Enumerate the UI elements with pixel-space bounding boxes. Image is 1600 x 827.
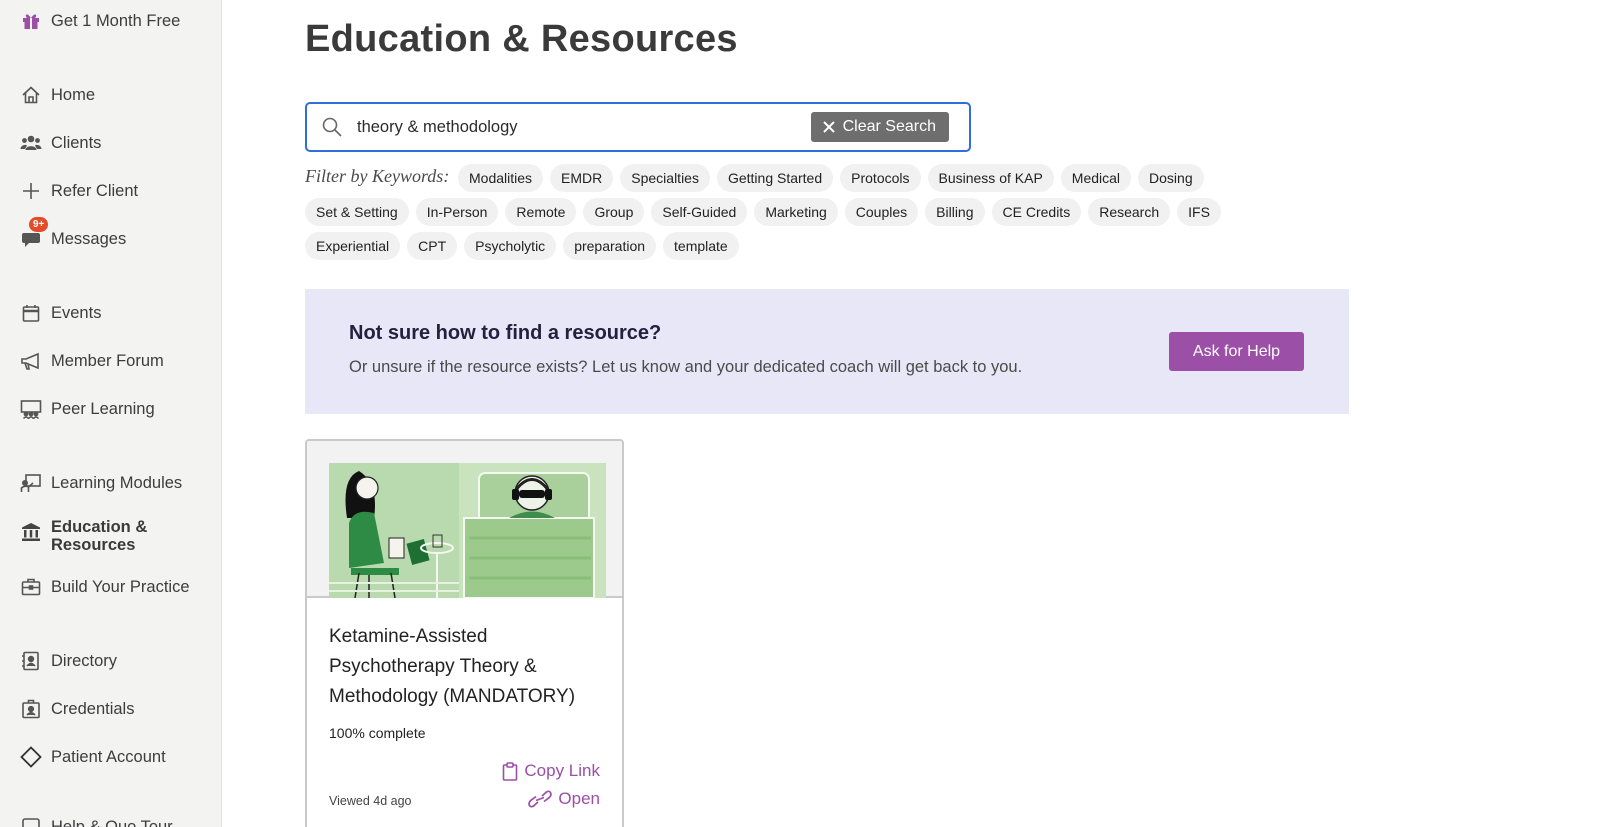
help-icon xyxy=(20,816,42,827)
help-subtitle: Or unsure if the resource exists? Let us… xyxy=(349,358,1023,376)
sidebar-item-learning-modules[interactable]: Learning Modules xyxy=(20,471,182,495)
sidebar-item-label: Learning Modules xyxy=(51,474,183,492)
filter-label: Filter by Keywords: xyxy=(305,166,450,186)
sidebar-item-build-practice[interactable]: Build Your Practice xyxy=(20,575,190,599)
keyword-chip[interactable]: Research xyxy=(1088,198,1171,226)
keyword-chip[interactable]: Business of KAP xyxy=(927,164,1054,192)
sidebar-item-label: Messages xyxy=(51,230,127,248)
messages-badge: 9+ xyxy=(29,217,49,232)
sidebar-item-label: Directory xyxy=(51,652,118,670)
keyword-chip[interactable]: Marketing xyxy=(754,198,838,226)
keyword-chip[interactable]: CE Credits xyxy=(991,198,1082,226)
sidebar-item-label: Help & Quo Tour xyxy=(51,818,173,827)
sidebar-item-label: Patient Account xyxy=(51,748,166,766)
sidebar-item-events[interactable]: Events xyxy=(20,301,101,325)
keyword-row-2: Set & Setting In-Person Remote Group Sel… xyxy=(305,198,1228,226)
resource-card[interactable]: Ketamine-Assisted Psychotherapy Theory &… xyxy=(305,439,624,827)
keyword-chip[interactable]: preparation xyxy=(563,232,657,260)
keyword-chip[interactable]: Couples xyxy=(844,198,919,226)
page-title: Education & Resources xyxy=(305,18,738,60)
clear-search-button[interactable]: Clear Search xyxy=(810,112,949,142)
keyword-chip[interactable]: Getting Started xyxy=(716,164,834,192)
keyword-chip[interactable]: Psycholytic xyxy=(464,232,557,260)
users-icon xyxy=(20,132,42,154)
open-button[interactable]: Open xyxy=(528,789,600,809)
sidebar-item-label: Get 1 Month Free xyxy=(51,12,181,30)
main-content: Education & Resources Clear Search Filte… xyxy=(222,0,1600,827)
keyword-chip[interactable]: Group xyxy=(583,198,645,226)
copy-link-button[interactable]: Copy Link xyxy=(502,761,600,781)
sidebar-item-education-resources[interactable]: Education & Resources xyxy=(20,518,171,554)
link-icon xyxy=(528,790,553,808)
sidebar-item-refer-client[interactable]: Refer Client xyxy=(20,179,138,203)
copy-link-label: Copy Link xyxy=(524,761,600,780)
search-input[interactable] xyxy=(357,115,787,139)
resource-thumbnail xyxy=(307,441,622,598)
id-badge-icon xyxy=(20,698,42,720)
search-box: Clear Search xyxy=(305,102,971,152)
keyword-chip[interactable]: Remote xyxy=(505,198,577,226)
keyword-chip[interactable]: Set & Setting xyxy=(305,198,409,226)
resource-title: Ketamine-Assisted Psychotherapy Theory &… xyxy=(329,626,576,707)
sidebar-item-label: Peer Learning xyxy=(51,400,155,418)
keyword-chip[interactable]: CPT xyxy=(407,232,458,260)
progress-text: 100% complete xyxy=(329,725,426,741)
megaphone-icon xyxy=(20,350,42,372)
sidebar-item-credentials[interactable]: Credentials xyxy=(20,697,134,721)
keyword-row-1: Modalities EMDR Specialties Getting Star… xyxy=(458,164,1211,192)
sidebar-item-help-tour[interactable]: Help & Quo Tour xyxy=(20,815,173,827)
sidebar-item-label: Clients xyxy=(51,134,102,152)
teacher-board-icon xyxy=(20,472,42,494)
help-title: Not sure how to find a resource? xyxy=(349,322,662,344)
keyword-chip[interactable]: Self-Guided xyxy=(651,198,748,226)
sidebar: Get 1 Month Free Home Clients Refer Clie… xyxy=(0,0,222,827)
keyword-chip[interactable]: Specialties xyxy=(620,164,710,192)
keyword-chip[interactable]: Dosing xyxy=(1138,164,1204,192)
keyword-chip[interactable]: Billing xyxy=(925,198,985,226)
sidebar-item-home[interactable]: Home xyxy=(20,83,95,107)
sidebar-item-label: Member Forum xyxy=(51,352,164,370)
viewed-timestamp: Viewed 4d ago xyxy=(329,794,412,808)
sidebar-item-patient-account[interactable]: Patient Account xyxy=(20,745,166,769)
gift-icon xyxy=(20,10,42,32)
diamond-icon xyxy=(20,746,42,768)
clear-search-label: Clear Search xyxy=(842,118,936,135)
keyword-chip[interactable]: EMDR xyxy=(550,164,614,192)
sidebar-item-directory[interactable]: Directory xyxy=(20,649,117,673)
plus-icon xyxy=(20,180,42,202)
sidebar-item-peer-learning[interactable]: Peer Learning xyxy=(20,397,155,421)
clipboard-icon xyxy=(503,761,518,781)
sidebar-item-label: Home xyxy=(51,86,96,104)
open-label: Open xyxy=(558,789,600,808)
keyword-chip[interactable]: Medical xyxy=(1060,164,1132,192)
sidebar-item-label: Refer Client xyxy=(51,182,139,200)
sidebar-item-label: Events xyxy=(51,304,102,322)
sidebar-item-get-free-month[interactable]: Get 1 Month Free xyxy=(20,9,180,33)
keyword-chip[interactable]: IFS xyxy=(1177,198,1221,226)
calendar-icon xyxy=(20,302,42,324)
chat-icon: 9+ xyxy=(20,217,49,250)
group-presentation-icon xyxy=(20,398,42,420)
home-icon xyxy=(20,84,42,106)
help-banner: Not sure how to find a resource? Or unsu… xyxy=(305,289,1349,414)
sidebar-item-label: Credentials xyxy=(51,700,135,718)
keyword-chip[interactable]: template xyxy=(663,232,739,260)
keyword-row-3: Experiential CPT Psycholytic preparation… xyxy=(305,232,746,260)
close-icon xyxy=(822,121,835,133)
keyword-chip[interactable]: In-Person xyxy=(415,198,499,226)
address-book-icon xyxy=(20,650,42,672)
sidebar-item-label: Education & Resources xyxy=(51,518,148,554)
keyword-chip[interactable]: Protocols xyxy=(840,164,921,192)
keyword-chip[interactable]: Modalities xyxy=(458,164,544,192)
briefcase-icon xyxy=(20,576,42,598)
sidebar-item-clients[interactable]: Clients xyxy=(20,131,101,155)
search-icon xyxy=(321,116,343,143)
keyword-chip[interactable]: Experiential xyxy=(305,232,401,260)
institution-icon xyxy=(20,521,42,543)
sidebar-item-messages[interactable]: 9+ Messages xyxy=(20,217,127,251)
ask-for-help-button[interactable]: Ask for Help xyxy=(1169,332,1304,371)
sidebar-item-label: Build Your Practice xyxy=(51,578,190,596)
sidebar-item-member-forum[interactable]: Member Forum xyxy=(20,349,164,373)
